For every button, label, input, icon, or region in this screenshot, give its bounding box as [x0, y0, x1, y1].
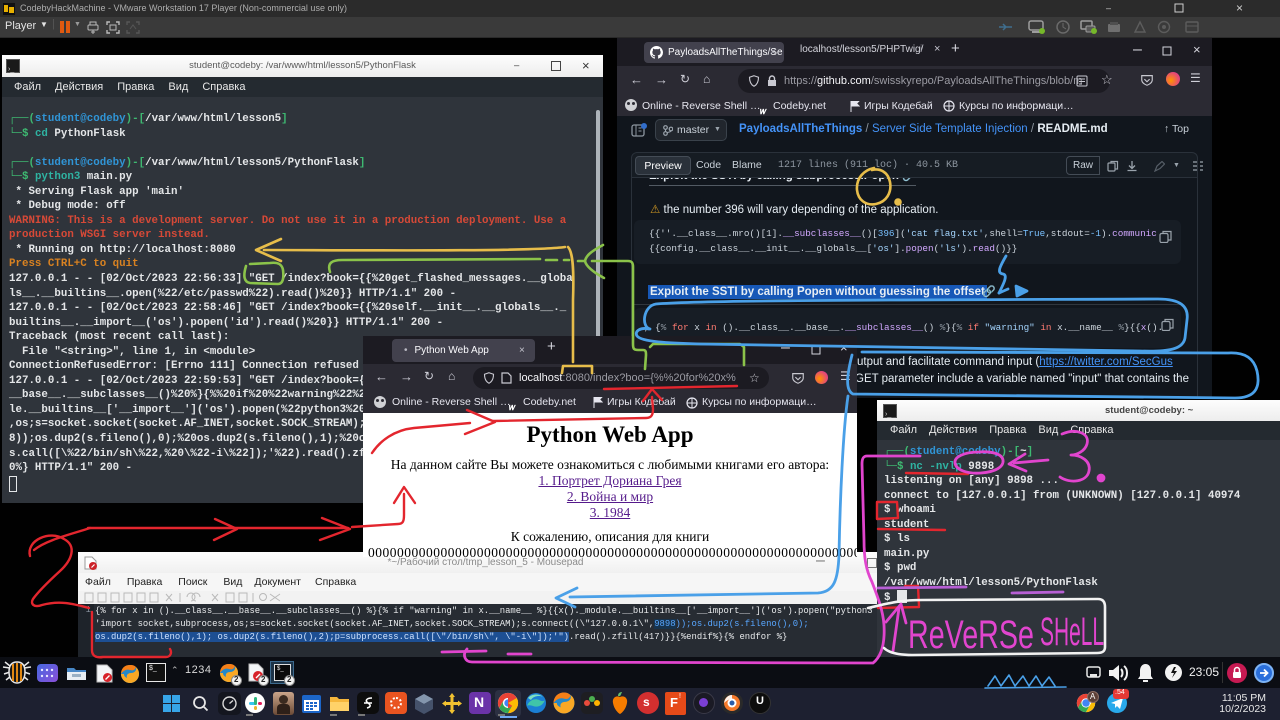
svg-text:SHeLL: SHeLL: [1040, 610, 1104, 654]
svg-text:ReVeRSe: ReVeRSe: [908, 613, 1034, 657]
